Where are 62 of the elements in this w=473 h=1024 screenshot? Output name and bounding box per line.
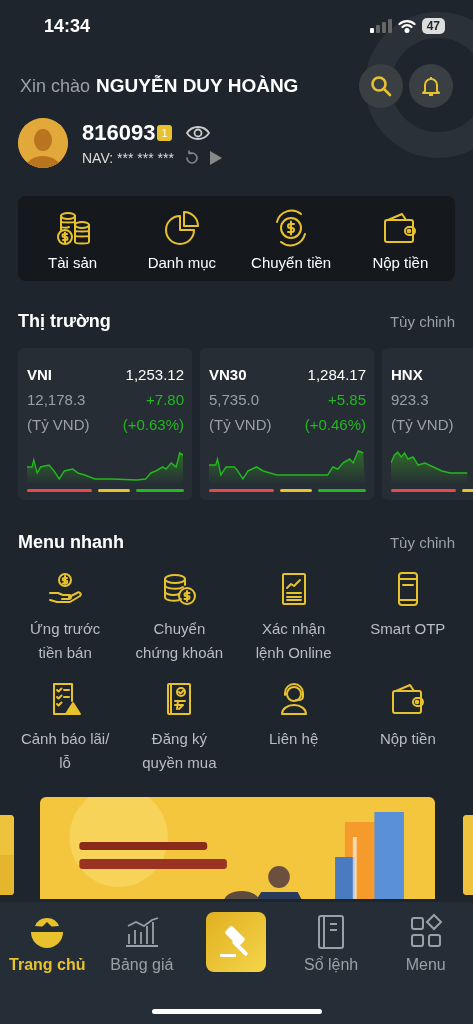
greeting-text: Xin chào	[20, 75, 91, 97]
menu-item[interactable]: Ứng trước tiền bán	[8, 569, 123, 665]
unit-label: (Tỷ VND)	[209, 415, 272, 435]
menu-item[interactable]: Xác nhận lệnh Online	[236, 569, 351, 665]
index-card[interactable]: VN30 1,284.17 5,735.0 +5.85 (Tỷ VND) (+0.46%)	[200, 348, 374, 500]
quick-action[interactable]: Danh mục	[127, 208, 237, 271]
nav-tab[interactable]: Menu	[378, 912, 473, 974]
refresh-icon[interactable]	[183, 150, 200, 166]
index-change: +7.80	[146, 390, 184, 410]
search-icon	[369, 74, 393, 98]
breadth-bar	[209, 489, 274, 492]
nav-tab[interactable]: Bảng giá	[94, 912, 190, 974]
section-title: Menu nhanh	[18, 532, 124, 553]
nav-tab[interactable]: Trang chủ	[0, 912, 95, 974]
index-name: VN30	[209, 365, 247, 385]
order-button[interactable]	[206, 912, 267, 972]
nav-label: NAV: *** *** ***	[82, 150, 174, 166]
index-change: +5.85	[328, 390, 366, 410]
avatar[interactable]	[18, 118, 68, 168]
breadth-bar	[27, 489, 92, 492]
search-button[interactable]	[359, 64, 403, 108]
breadth-bar	[136, 489, 184, 492]
index-value: 1,253.12	[125, 365, 184, 385]
status-time: 14:34	[44, 15, 91, 37]
nav-tab[interactable]: Sổ lệnh	[283, 912, 379, 974]
index-name: VNI	[27, 365, 52, 385]
quick-action[interactable]: Nộp tiền	[345, 208, 455, 271]
quick-action[interactable]: Chuyển tiền	[236, 208, 346, 271]
section-title: Thị trường	[18, 311, 111, 332]
index-name: HNX	[391, 365, 423, 385]
menu-item[interactable]: Nộp tiền	[350, 679, 465, 775]
breadth-bar	[318, 489, 366, 492]
breadth-bar	[391, 489, 456, 492]
menu-item[interactable]: Chuyển chứng khoán	[122, 569, 237, 665]
unit-label: (Tỷ VND)	[391, 415, 454, 435]
index-card[interactable]: VNI 1,253.12 12,178.3 +7.80 (Tỷ VND) (+0.63%)	[18, 348, 192, 500]
wifi-icon	[397, 19, 416, 33]
signal-icon	[369, 19, 392, 33]
trading-value: 923.3	[391, 390, 429, 410]
menu-item[interactable]: Smart OTP	[350, 569, 465, 665]
trading-value: 5,735.0	[209, 390, 260, 410]
play-icon[interactable]	[209, 151, 222, 165]
index-change-percent: (+0.46%)	[304, 415, 366, 435]
eye-icon[interactable]	[185, 125, 210, 141]
menu-item[interactable]: Liên hệ	[236, 679, 351, 775]
customize-link[interactable]: Tùy chỉnh	[389, 534, 455, 551]
user-name: NGUYỄN DUY HOÀNG	[96, 75, 300, 97]
account-badge: 1	[157, 125, 172, 141]
breadth-bar	[97, 489, 131, 492]
customize-link[interactable]: Tùy chỉnh	[389, 313, 455, 330]
index-card[interactable]: HNX 923.3 (Tỷ VND)	[382, 348, 473, 500]
unit-label: (Tỷ VND)	[27, 415, 90, 435]
bell-icon	[419, 74, 443, 98]
breadth-bar	[279, 489, 313, 492]
menu-item[interactable]: Cảnh báo lãi/ lỗ	[8, 679, 123, 775]
index-change-percent: (+0.63%)	[122, 415, 184, 435]
trading-value: 12,178.3	[27, 390, 86, 410]
account-number: 816093	[82, 120, 156, 146]
quick-action[interactable]: Tài sản	[18, 208, 128, 271]
menu-item[interactable]: Đăng ký quyền mua	[122, 679, 237, 775]
notification-button[interactable]	[409, 64, 453, 108]
index-value: 1,284.17	[307, 365, 366, 385]
